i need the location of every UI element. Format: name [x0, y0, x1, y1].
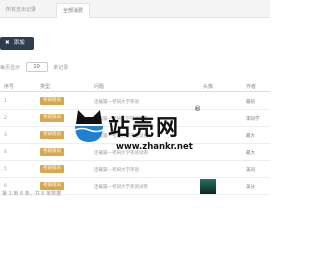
type-badge: 考研资讯	[40, 182, 64, 190]
registered-mark: ®	[194, 105, 201, 113]
row-author: 美同	[246, 168, 255, 173]
header-type[interactable]: 类型	[40, 83, 50, 90]
row-id: 3	[4, 133, 7, 138]
close-icon: ✖	[5, 40, 10, 46]
header-author[interactable]: 作者	[246, 83, 256, 90]
watermark-logo-icon	[74, 110, 104, 142]
header-avatar[interactable]: 头像	[203, 83, 213, 90]
type-badge: 考研资讯	[40, 131, 64, 139]
header-id[interactable]: 序号	[4, 83, 14, 90]
page-size-control: 每页显示 10 条记录	[0, 62, 68, 74]
tab-all-consumption[interactable]: 全部消费	[56, 3, 91, 18]
row-id: 2	[4, 116, 7, 121]
row-author: 最大	[246, 134, 255, 139]
row-title-link[interactable]: 连载篇—考研大学英语试卷	[94, 184, 148, 190]
row-id: 5	[4, 167, 7, 172]
watermark-url: www.zhankr.net	[116, 142, 193, 152]
row-author: 李同学	[246, 117, 260, 122]
pagination-summary: 第 1 到 6 条，共 6 条数据	[2, 191, 62, 197]
watermark: 站壳网 ® www.zhankr.net	[72, 105, 222, 178]
row-id: 1	[4, 99, 7, 104]
add-button[interactable]: ✖ 添加	[0, 37, 34, 50]
table-header: 序号 类型 问题 头像 作者	[0, 80, 270, 92]
row-author: 最初	[246, 100, 255, 105]
row-id: 4	[4, 150, 7, 155]
row-title-link[interactable]: 连载篇—考研大学英语	[94, 99, 139, 105]
page-size-suffix: 条记录	[53, 64, 69, 71]
type-badge: 考研资讯	[40, 114, 64, 122]
header-question[interactable]: 问题	[94, 83, 104, 90]
page-size-prefix: 每页显示	[0, 64, 21, 71]
row-author: 最大	[246, 151, 255, 156]
type-badge: 考研资讯	[40, 97, 64, 105]
type-badge: 考研资讯	[40, 148, 64, 156]
type-badge: 考研资讯	[40, 165, 64, 173]
tab-all-records[interactable]: 所有支出记录	[0, 3, 42, 18]
page-size-select[interactable]: 10	[25, 62, 48, 72]
add-button-label: 添加	[13, 40, 25, 46]
row-id: 6	[4, 184, 7, 189]
watermark-text: 站壳网	[108, 116, 181, 141]
row-author: 美分	[246, 185, 255, 190]
avatar	[200, 179, 216, 194]
tab-bar: 所有支出记录 全部消费	[0, 0, 270, 18]
